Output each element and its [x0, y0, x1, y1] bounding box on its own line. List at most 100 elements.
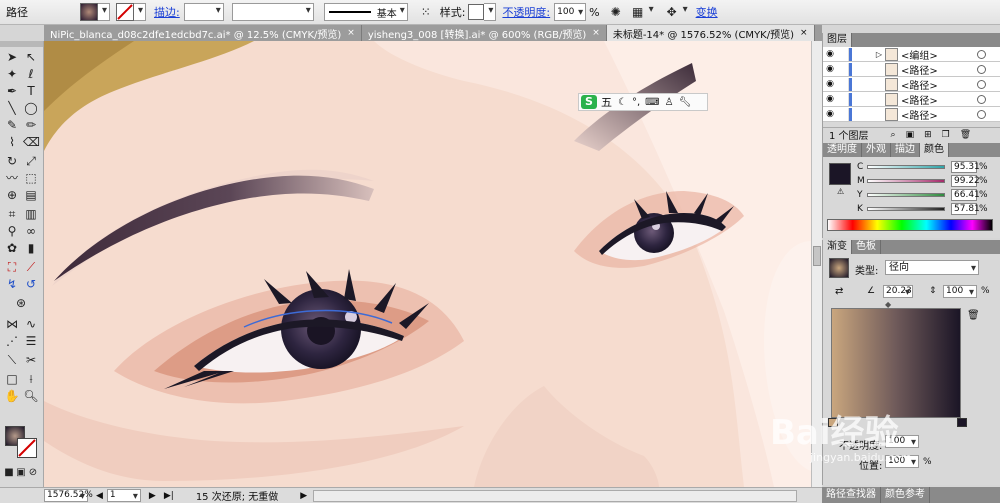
stop-location-field[interactable]: 100 [885, 455, 919, 468]
perspective-grid-tool-icon[interactable]: ▤ [23, 187, 39, 203]
first-artboard-icon[interactable]: ◀ [96, 491, 103, 501]
tab-layers[interactable]: 图层 [823, 33, 852, 47]
zoom-tool-icon[interactable]: 🔍︎ [23, 388, 39, 404]
black-value-field[interactable]: 57.81 [951, 203, 980, 215]
eye-icon[interactable]: ◉ [823, 64, 837, 74]
black-slider-row[interactable]: K 57.81 % [857, 203, 988, 215]
yellow-slider-row[interactable]: Y 66.41 % [857, 189, 988, 201]
blend-tool-icon[interactable]: ∞ [23, 223, 39, 239]
layer-row[interactable]: ◉ <路径> [823, 62, 1000, 77]
eye-icon[interactable]: ◉ [823, 49, 837, 59]
fill-swatch[interactable] [80, 3, 98, 21]
knife-tool-icon[interactable]: ⟍ [4, 352, 20, 368]
delete-layer-icon[interactable]: 🗑︎ [960, 130, 971, 140]
scroll-thumb[interactable] [813, 246, 821, 266]
gradient-stop-end[interactable] [957, 418, 967, 427]
close-icon[interactable]: × [347, 28, 355, 38]
wrench-icon[interactable]: 🔧︎ [679, 97, 692, 108]
tab-color[interactable]: 颜色 [920, 143, 949, 157]
variable-width-dropdown[interactable] [231, 3, 314, 21]
skin-icon[interactable]: ♙ [665, 97, 674, 108]
pen-tool-icon[interactable]: ✒ [4, 83, 20, 99]
doc-tab-1[interactable]: NiPic_blanca_d08c2dfe1edcbd7c.ai* @ 12.5… [44, 25, 362, 41]
pencil-tool-icon[interactable]: ✏ [23, 117, 39, 133]
layer-row[interactable]: ◉ <路径> [823, 107, 1000, 122]
direct-selection-tool-icon[interactable]: ↖ [23, 49, 39, 65]
symbolism-tool-icon[interactable]: ⋰ [4, 333, 20, 349]
lock-slot[interactable] [837, 77, 849, 91]
transform-link[interactable]: 变换 [696, 4, 718, 20]
stroke-link[interactable]: 描边: [154, 4, 180, 20]
canvas-vertical-scrollbar[interactable] [811, 41, 822, 487]
stroke-color-swatch[interactable] [17, 438, 37, 458]
yellow-slider[interactable] [867, 193, 945, 197]
mesh-tool-icon[interactable]: ⌗ [4, 206, 20, 222]
lock-slot[interactable] [837, 47, 849, 61]
isolate-icon[interactable]: ✥ [664, 4, 680, 20]
fill-dropdown[interactable] [98, 3, 110, 21]
magenta-slider-row[interactable]: M 99.22 % [857, 175, 988, 187]
zoom-field[interactable]: 1576.52% [44, 489, 93, 502]
wave-tool-icon[interactable]: ∿ [23, 316, 39, 332]
doc-tab-3[interactable]: 未标题-14* @ 1576.52% (CMYK/预览) × [606, 25, 815, 41]
locate-object-icon[interactable]: ⌕ [891, 130, 896, 140]
gradient-stop-start[interactable] [828, 418, 838, 427]
selection-tool-icon[interactable]: ➤ [4, 49, 20, 65]
brush-options-icon[interactable]: ⁙ [418, 4, 434, 20]
gradient-type-dropdown[interactable]: 径向 [885, 260, 979, 275]
tab-appearance[interactable]: 外观 [862, 143, 891, 157]
eye-icon[interactable]: ◉ [823, 94, 837, 104]
next-artboard-icon[interactable]: ▶ [149, 491, 156, 501]
style-dropdown[interactable] [484, 3, 497, 21]
stop-opacity-field[interactable]: 100 [885, 435, 919, 448]
eye-icon[interactable]: ◉ [823, 79, 837, 89]
layer-row[interactable]: ◉ <路径> [823, 92, 1000, 107]
line-tool-icon[interactable]: ╲ [4, 100, 20, 116]
expand-arrow-icon[interactable]: ▷ [856, 50, 882, 59]
tab-transparency[interactable]: 透明度 [823, 143, 862, 157]
reshape-tool-icon[interactable]: ↺ [23, 276, 39, 292]
new-sublayer-icon[interactable]: ⊞ [924, 130, 932, 140]
hand-tool-icon[interactable]: ✋ [4, 388, 20, 404]
target-circle-icon[interactable] [977, 109, 986, 119]
keyboard-icon[interactable]: ⌨ [645, 97, 659, 108]
live-paint-tool-icon[interactable]: ⊛ [13, 295, 29, 311]
artboard-canvas[interactable]: S 五 ☾ °, ⌨ ♙ 🔧︎ [44, 41, 811, 487]
symbol-sprayer-tool-icon[interactable]: ✿ [4, 240, 20, 256]
color-spectrum-bar[interactable] [827, 219, 993, 231]
column-graph-tool-icon[interactable]: ▮ [23, 240, 39, 256]
stack-tool-icon[interactable]: ☰ [23, 333, 39, 349]
cyan-slider-row[interactable]: C 95.31 % [857, 161, 988, 173]
yellow-value-field[interactable]: 66.41 [951, 189, 980, 201]
angle-field[interactable]: 20.23 [883, 285, 913, 298]
eraser-tool-icon[interactable]: ⌫ [23, 134, 40, 150]
shape-builder-tool-icon[interactable]: ⊕ [4, 187, 20, 203]
tab-stroke[interactable]: 描边 [891, 143, 920, 157]
new-layer-icon[interactable]: ❐ [942, 130, 950, 140]
scale-tool-icon[interactable]: ⤢ [23, 153, 39, 169]
align-dropdown[interactable] [646, 3, 656, 21]
artboard-tool-icon[interactable]: ⛶ [4, 259, 20, 275]
recolor-icon[interactable]: ✺ [608, 4, 624, 20]
eye-icon[interactable]: ◉ [823, 109, 837, 119]
type-tool-icon[interactable]: T [23, 83, 39, 99]
mirror-tool-icon[interactable]: ⋈ [4, 316, 20, 332]
magenta-value-field[interactable]: 99.22 [951, 175, 980, 187]
status-menu-icon[interactable]: ▶ [300, 491, 307, 501]
gradient-preview-swatch[interactable] [829, 258, 849, 278]
gradient-mode-icon[interactable]: ▣ [16, 465, 26, 481]
doc-tab-2[interactable]: yisheng3_008 [转换].ai* @ 600% (RGB/预览) × [362, 25, 607, 41]
lock-slot[interactable] [837, 107, 849, 121]
scissors-tool-icon[interactable]: ✂ [23, 352, 39, 368]
punctuation-icon[interactable]: °, [632, 97, 640, 108]
layer-row[interactable]: ◉ ▷ <编组> [823, 47, 1000, 62]
last-artboard-icon[interactable]: ▶| [164, 491, 174, 501]
slice-tool-icon[interactable]: ⟋ [23, 259, 39, 275]
toolbox-grip[interactable] [0, 41, 43, 47]
moon-icon[interactable]: ☾ [618, 97, 627, 108]
tab-pathfinder[interactable]: 路径查找器 [822, 487, 881, 503]
warp-tool-icon[interactable]: 〰 [4, 170, 20, 186]
width-tool-icon[interactable]: ↯ [4, 276, 20, 292]
stroke-weight-field[interactable] [183, 3, 224, 21]
stroke-dropdown[interactable] [134, 3, 146, 21]
